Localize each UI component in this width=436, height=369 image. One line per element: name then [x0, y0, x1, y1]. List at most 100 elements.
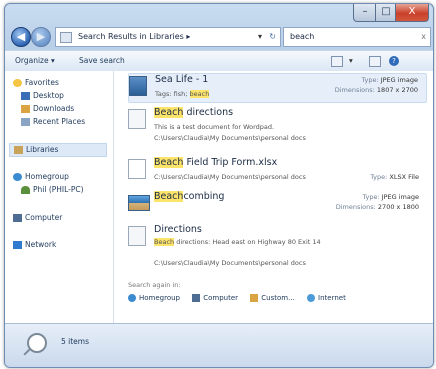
- type-label: Type:: [362, 193, 382, 201]
- help-icon[interactable]: ?: [389, 56, 399, 66]
- search-again-homegroup[interactable]: Homegroup: [139, 294, 180, 302]
- sidebar-item-libraries[interactable]: Libraries: [9, 143, 107, 157]
- custom-folder-icon: [250, 294, 259, 302]
- document-icon: [128, 226, 146, 246]
- search-input[interactable]: beach: [290, 28, 314, 46]
- search-again-internet[interactable]: Internet: [318, 294, 346, 302]
- tags-text: Tags: fish;: [155, 90, 190, 98]
- sidebar-item-label: Favorites: [25, 78, 59, 87]
- name-rest: combing: [183, 191, 225, 202]
- name-rest: Field Trip Form.xlsx: [183, 157, 278, 168]
- result-dimensions: Dimensions: 1807 x 2700: [335, 86, 418, 94]
- result-type: Type: XLSX File: [370, 173, 419, 181]
- result-item[interactable]: Directions Beach directions: Head east o…: [128, 224, 427, 274]
- result-name: Beachcombing: [154, 191, 224, 202]
- result-type: Type: JPEG image: [363, 193, 419, 201]
- sidebar-item-label: Desktop: [33, 91, 64, 100]
- sidebar-item-label: Network: [25, 240, 57, 249]
- type-value: JPEG image: [381, 193, 419, 201]
- save-search-button[interactable]: Save search: [79, 51, 125, 71]
- organize-button[interactable]: Organize ▾: [15, 51, 55, 71]
- star-icon: [13, 79, 22, 87]
- downloads-folder-icon: [21, 105, 30, 113]
- type-label: Type:: [370, 173, 390, 181]
- sidebar-item-network[interactable]: Network: [13, 239, 56, 251]
- sidebar-item-favorites[interactable]: Favorites: [13, 77, 59, 89]
- result-type: Type: JPEG image: [362, 76, 418, 84]
- search-again-custom[interactable]: Custom...: [261, 294, 295, 302]
- type-value: XLSX File: [389, 173, 419, 181]
- result-tags: Tags: fish; beach: [155, 90, 210, 98]
- navigation-row: ◀ ▶ Search Results in Libraries ▸ ▾ ↻ be…: [5, 24, 433, 50]
- address-dropdown-icon[interactable]: ▾: [258, 28, 262, 46]
- homegroup-icon: [13, 173, 22, 181]
- result-snippet: Beach directions: Head east on Highway 8…: [154, 238, 321, 246]
- view-dropdown-icon[interactable]: ▾: [349, 51, 353, 65]
- recent-places-icon: [21, 118, 30, 126]
- change-view-icon[interactable]: [331, 56, 343, 67]
- sidebar-item-label: Homegroup: [25, 172, 69, 181]
- refresh-icon[interactable]: ↻: [269, 28, 276, 46]
- back-button[interactable]: ◀: [11, 27, 31, 47]
- search-again-label: Search again in:: [128, 281, 181, 289]
- item-count: 5 items: [61, 337, 90, 346]
- sidebar-item-label: Libraries: [26, 145, 59, 154]
- command-bar: Organize ▾ Save search ▾ ?: [5, 50, 433, 72]
- search-again-computer[interactable]: Computer: [203, 294, 238, 302]
- dimensions-label: Dimensions:: [334, 86, 377, 94]
- type-value: JPEG image: [380, 76, 418, 84]
- network-icon: [13, 241, 22, 249]
- document-icon: [128, 109, 146, 129]
- maximize-icon: □: [381, 6, 391, 17]
- result-item[interactable]: Sea Life - 1 Tags: fish; beach Type: JPE…: [128, 73, 427, 103]
- sidebar-item-downloads[interactable]: Downloads: [21, 103, 74, 115]
- computer-icon: [13, 214, 22, 222]
- result-item[interactable]: Beach Field Trip Form.xlsx C:\Users\Clau…: [128, 157, 427, 185]
- close-button[interactable]: X: [395, 4, 429, 22]
- breadcrumb[interactable]: Search Results in Libraries ▸: [78, 28, 190, 46]
- maximize-button[interactable]: □: [375, 4, 397, 22]
- homegroup-icon: [128, 294, 136, 302]
- result-name: Sea Life - 1: [155, 74, 209, 85]
- forward-button[interactable]: ▶: [31, 27, 51, 47]
- name-match: Beach: [154, 191, 184, 202]
- close-icon: X: [408, 6, 416, 17]
- result-snippet: This is a test document for Wordpad.: [154, 123, 275, 131]
- navigation-pane: Favorites Desktop Downloads Recent Place…: [5, 71, 114, 323]
- user-icon: [21, 186, 30, 194]
- spreadsheet-file-icon: [128, 159, 146, 179]
- result-item[interactable]: Beachcombing Type: JPEG image Dimensions…: [128, 191, 427, 219]
- image-file-icon: [129, 76, 147, 96]
- computer-icon: [192, 294, 201, 302]
- minimize-icon: –: [362, 6, 368, 17]
- name-match: Beach: [154, 107, 184, 118]
- internet-icon: [307, 294, 316, 302]
- result-path: C:\Users\Claudia\My Documents\personal d…: [154, 134, 306, 142]
- result-name: Beach Field Trip Form.xlsx: [154, 157, 277, 168]
- result-path: C:\Users\Claudia\My Documents\personal d…: [154, 259, 306, 267]
- sidebar-item-recent-places[interactable]: Recent Places: [21, 116, 85, 128]
- dimensions-value: 1807 x 2700: [376, 86, 418, 94]
- preview-pane-icon[interactable]: [369, 56, 381, 67]
- sidebar-item-desktop[interactable]: Desktop: [21, 90, 64, 102]
- sidebar-item-label: Computer: [25, 213, 63, 222]
- result-name: Beach directions: [154, 107, 233, 118]
- search-box[interactable]: beach x: [283, 27, 431, 47]
- dimensions-label: Dimensions:: [335, 203, 378, 211]
- libraries-icon: [14, 146, 23, 154]
- result-item[interactable]: Beach directions This is a test document…: [128, 107, 427, 147]
- sidebar-item-homegroup[interactable]: Homegroup: [13, 171, 69, 183]
- sidebar-item-homegroup-member[interactable]: Phil (PHIL-PC): [21, 184, 84, 196]
- sidebar-item-computer[interactable]: Computer: [13, 212, 62, 224]
- minimize-button[interactable]: –: [353, 4, 377, 22]
- clear-search-icon[interactable]: x: [421, 28, 426, 46]
- address-bar[interactable]: Search Results in Libraries ▸ ▾ ↻: [55, 27, 281, 47]
- result-path: C:\Users\Claudia\My Documents\personal d…: [154, 173, 306, 181]
- desktop-icon: [21, 92, 30, 100]
- tags-match: beach: [189, 90, 210, 98]
- result-name: Directions: [154, 224, 202, 235]
- name-rest: directions: [183, 107, 234, 118]
- search-icon-handle: [23, 348, 31, 356]
- name-match: Beach: [154, 157, 184, 168]
- sidebar-item-label: Downloads: [33, 104, 75, 113]
